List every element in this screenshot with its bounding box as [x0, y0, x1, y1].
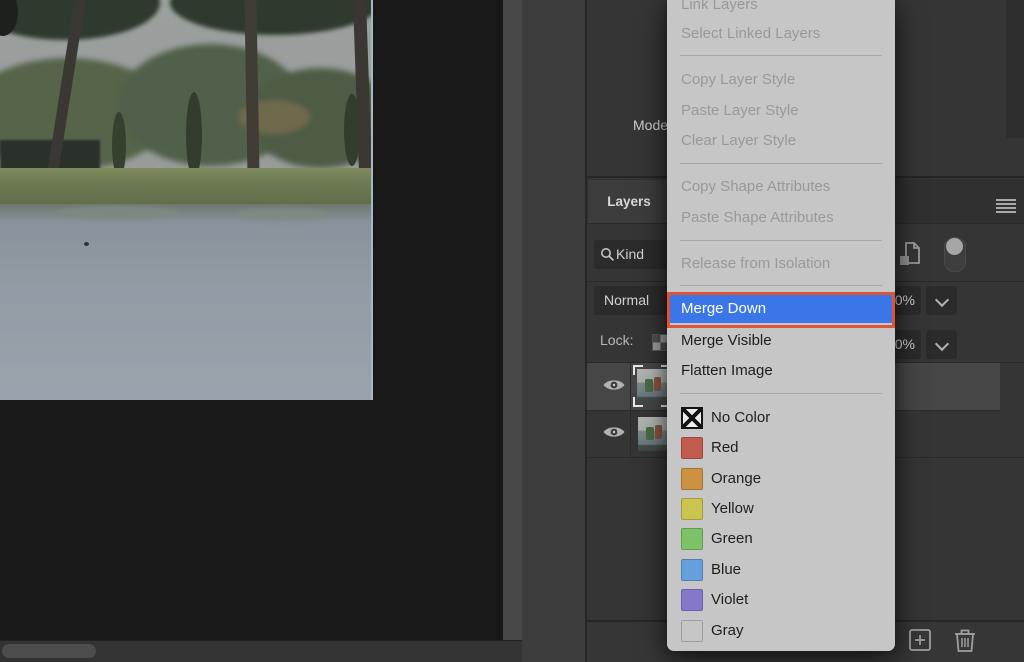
filter-toggle-switch[interactable] [944, 237, 966, 272]
menu-item-label: Copy Layer Style [681, 71, 795, 88]
workspace-gap [522, 0, 585, 662]
blend-mode-value: Normal [604, 292, 649, 308]
opacity-dropdown-button[interactable] [926, 286, 957, 315]
menu-item-label: Violet [711, 591, 748, 608]
mode-label: Mode [633, 117, 668, 133]
new-layer-button[interactable] [908, 628, 932, 657]
menu-item-label: Release from Isolation [681, 255, 830, 272]
layer2-visibility-eye-icon[interactable] [602, 424, 626, 445]
color-swatch-red [681, 437, 703, 459]
thumbnail-figure [655, 425, 662, 439]
search-icon [600, 247, 615, 267]
menu-separator [680, 285, 882, 286]
water-reflection [55, 206, 180, 219]
menu-item-label: Orange [711, 470, 761, 487]
menu-item-link-layers: Link Layers [667, 0, 895, 20]
selected-thumbnail-brackets [637, 369, 667, 403]
water-reflection [235, 208, 330, 220]
blend-mode-dropdown[interactable]: Normal [594, 286, 674, 315]
color-swatch-violet [681, 589, 703, 611]
layer1-visibility-eye-icon[interactable] [602, 377, 626, 398]
dock-edge-shade [1006, 0, 1024, 138]
no-color-icon [681, 407, 703, 429]
menu-item-green[interactable]: Green [667, 524, 895, 554]
menu-item-label: Copy Shape Attributes [681, 178, 830, 195]
menu-item-gray[interactable]: Gray [667, 616, 895, 646]
fill-value: 0% [895, 336, 915, 352]
fill-dropdown-button[interactable] [926, 330, 957, 359]
thumbnail-figure [646, 427, 654, 440]
menu-item-release-from-isolation: Release from Isolation [667, 249, 895, 279]
tab-layers[interactable]: Layers [588, 180, 670, 223]
menu-item-clear-layer-style: Clear Layer Style [667, 126, 895, 156]
color-swatch-yellow [681, 498, 703, 520]
filter-type-icon[interactable] [898, 241, 922, 272]
menu-item-yellow[interactable]: Yellow [667, 494, 895, 524]
menu-item-label: Green [711, 530, 753, 547]
menu-item-label: Select Linked Layers [681, 25, 820, 42]
menu-separator [680, 163, 882, 164]
menu-item-label: Merge Down [681, 300, 766, 317]
menu-item-violet[interactable]: Violet [667, 585, 895, 615]
menu-item-label: Merge Visible [681, 332, 772, 349]
photoshop-window: Mode Layers Kind Normal 0% Lock: 0% [0, 0, 1024, 662]
horizontal-scrollbar-thumb[interactable] [2, 644, 96, 658]
delete-layer-button[interactable] [952, 626, 978, 659]
grass-bank [0, 168, 371, 206]
menu-item-label: Gray [711, 622, 744, 639]
menu-item-red[interactable]: Red [667, 433, 895, 463]
lock-label: Lock: [600, 332, 633, 348]
color-swatch-green [681, 528, 703, 550]
menu-item-select-linked-layers: Select Linked Layers [667, 19, 895, 49]
bird-on-water [84, 242, 89, 246]
menu-item-merge-down[interactable]: Merge Down [670, 295, 892, 323]
menu-item-flatten-image[interactable]: Flatten Image [667, 356, 895, 386]
menu-item-label: Flatten Image [681, 362, 773, 379]
menu-separator [680, 393, 882, 394]
menu-item-label: Paste Shape Attributes [681, 209, 834, 226]
menu-item-copy-layer-style: Copy Layer Style [667, 65, 895, 95]
lake-water [0, 204, 371, 400]
palm-frond-cluster [170, 0, 373, 35]
menu-item-copy-shape-attributes: Copy Shape Attributes [667, 172, 895, 202]
color-swatch-blue [681, 559, 703, 581]
menu-item-merge-visible[interactable]: Merge Visible [667, 326, 895, 356]
kind-label: Kind [616, 246, 644, 262]
cypress-tree [186, 92, 202, 178]
menu-separator [680, 55, 882, 56]
menu-item-label: Blue [711, 561, 741, 578]
menu-item-blue[interactable]: Blue [667, 555, 895, 585]
opacity-value: 0% [895, 292, 915, 308]
menu-item-label: Paste Layer Style [681, 102, 799, 119]
menu-item-no-color[interactable]: No Color [667, 403, 895, 433]
menu-item-label: Link Layers [681, 0, 758, 13]
menu-item-label: No Color [711, 409, 770, 426]
menu-item-paste-layer-style: Paste Layer Style [667, 96, 895, 126]
menu-item-orange[interactable]: Orange [667, 464, 895, 494]
menu-item-label: Red [711, 439, 739, 456]
color-swatch-orange [681, 468, 703, 490]
layers-context-menu: Link Layers Select Linked Layers Copy Laye… [667, 0, 895, 651]
menu-item-label: Clear Layer Style [681, 132, 796, 149]
document-canvas[interactable] [0, 0, 373, 400]
menu-separator [680, 240, 882, 241]
menu-item-label: Yellow [711, 500, 754, 517]
panel-menu-icon[interactable] [996, 199, 1016, 213]
chevron-down-icon [935, 337, 949, 351]
vertical-scrollbar[interactable] [503, 0, 524, 640]
color-swatch-gray [681, 620, 703, 642]
chevron-down-icon [935, 293, 949, 307]
toggle-knob [946, 238, 963, 255]
layer2-thumbnail[interactable] [638, 417, 668, 451]
menu-item-paste-shape-attributes: Paste Shape Attributes [667, 203, 895, 233]
